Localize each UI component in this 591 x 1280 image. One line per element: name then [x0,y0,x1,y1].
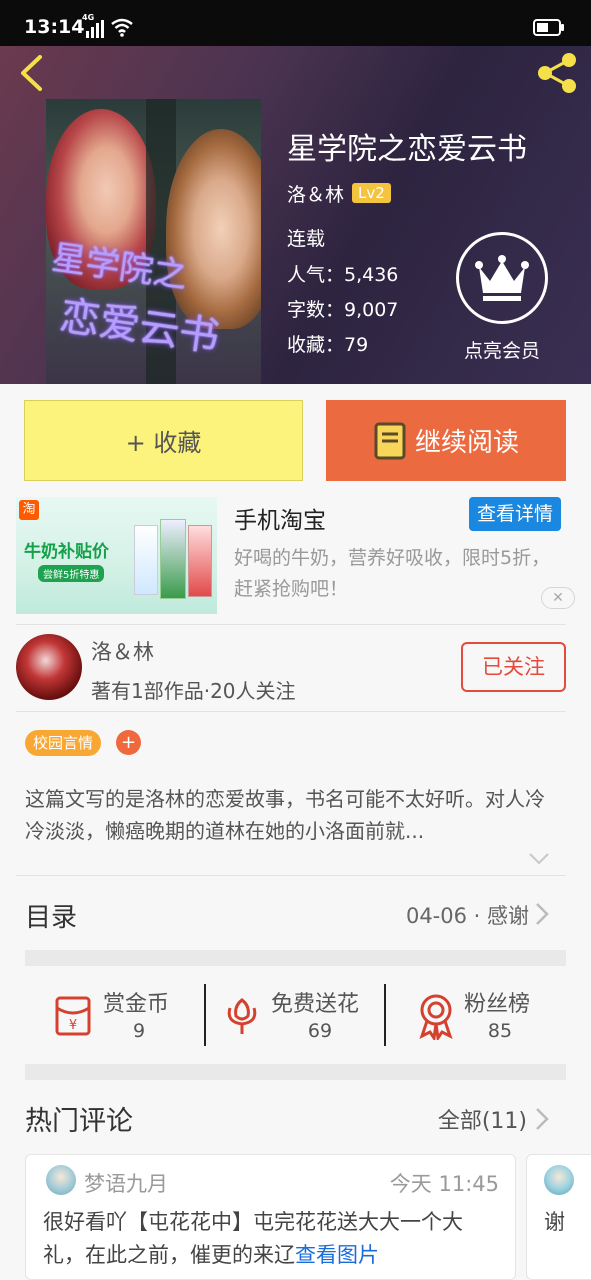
fan-ranking-value: 85 [487,1020,513,1042]
comment-body: 很好看吖【屯花花中】屯完花花送大大一个大礼，在此之前，催更的来辽 [43,1210,463,1267]
add-tag-button[interactable]: + [116,730,141,755]
flower-icon [227,998,257,1034]
divider [16,711,566,712]
divider [16,875,566,876]
follow-button[interactable]: 已关注 [461,642,566,692]
comment-card[interactable]: 梦语九月 今天 11:45 很好看吖【屯花花中】屯完花花送大大一个大礼，在此之前… [25,1154,516,1280]
status-time: 13:14 [24,16,85,38]
free-flower-label: 免费送花 [271,992,360,1017]
close-icon[interactable]: ✕ [541,587,575,609]
reward-coins-button[interactable]: ¥ 赏金币 9 [52,984,202,1046]
signal-icon [86,20,104,38]
book-cover[interactable]: 星学院之 恋爱云书 [46,99,261,384]
all-comments-link[interactable]: 全部(11) [438,1103,527,1135]
author-card-meta: 著有1部作品·20人关注 [91,679,296,703]
battery-icon [533,19,564,36]
comment-text: 谢 [544,1210,565,1234]
toc-title[interactable]: 目录 [25,897,77,934]
ad-product-carton [188,525,212,597]
ad-detail-button[interactable]: 查看详情 [469,497,561,531]
ad-image[interactable]: 淘 牛奶补贴价 尝鲜5折特惠 [16,497,217,614]
avatar[interactable] [544,1165,574,1195]
popularity-stat: 人气：5,436 [287,264,399,286]
favorites-stat: 收藏：79 [287,334,369,356]
ad-product-bottle [160,519,186,599]
toc-latest-chapter[interactable]: 04-06 · 感谢 [406,900,529,930]
ad-description[interactable]: 好喝的牛奶，营养好吸收，限时5折，赶紧抢购吧！ [234,543,554,605]
status-bar: 13:14 4G [0,0,591,46]
level-badge: Lv2 [352,183,391,203]
crown-icon [475,255,529,301]
comment-card[interactable]: 谢 [526,1154,591,1280]
view-image-link[interactable]: 查看图片 [295,1243,379,1267]
chevron-right-icon[interactable] [535,1107,549,1131]
tag-chip[interactable]: 校园言情 [25,730,102,756]
author-card-name[interactable]: 洛＆林 [91,636,154,666]
free-flower-value: 69 [307,1020,333,1042]
reward-coins-value: 9 [132,1020,146,1042]
book-icon [374,422,406,459]
continue-label: 继续阅读 [414,428,519,458]
ad-title[interactable]: 手机淘宝 [234,501,326,535]
medal-icon [419,994,453,1040]
divider [384,984,386,1046]
share-icon[interactable] [533,49,581,97]
comment-user[interactable]: 梦语九月 [84,1168,168,1198]
wifi-icon [111,18,133,37]
reward-coins-label: 赏金币 [103,992,170,1017]
avatar[interactable] [46,1165,76,1195]
book-title: 星学院之恋爱云书 [287,132,527,167]
book-header: 星学院之 恋爱云书 星学院之恋爱云书 洛＆林 Lv2 连载 人气：5,436 字… [0,46,591,384]
comment-time: 今天 11:45 [389,1172,499,1196]
divider [16,624,566,625]
free-flower-button[interactable]: 免费送花 69 [222,984,382,1046]
hot-comments-title: 热门评论 [25,1106,133,1137]
vip-label[interactable]: 点亮会员 [464,336,540,363]
favorite-label: + 收藏 [125,429,202,457]
taobao-logo: 淘 [19,500,39,520]
comment-text: 很好看吖【屯花花中】屯完花花送大大一个大礼，在此之前，催更的来辽查看图片 [43,1206,503,1272]
ad-product-milk-box [134,525,158,595]
fan-ranking-label: 粉丝榜 [464,992,531,1017]
svg-text:¥: ¥ [69,1018,77,1033]
chevron-down-icon[interactable] [528,852,550,866]
synopsis[interactable]: 这篇文写的是洛林的恋爱故事，书名可能不太好听。对人冷冷淡淡，懒癌晚期的道林在她的… [25,783,555,847]
author-name[interactable]: 洛＆林 [287,180,344,207]
red-envelope-icon: ¥ [55,996,91,1036]
ad-image-headline: 牛奶补贴价 [24,542,109,562]
word-count-stat: 字数：9,007 [287,299,399,321]
section-band [25,1064,566,1080]
vip-button[interactable] [456,232,548,324]
author-row[interactable]: 洛＆林 Lv2 [287,180,391,206]
back-icon[interactable] [18,54,44,92]
section-band [25,950,566,966]
add-to-favorites-button[interactable]: + 收藏 [24,400,303,481]
avatar[interactable] [16,634,82,700]
serial-status: 连载 [287,228,326,250]
continue-reading-button[interactable]: 继续阅读 [326,400,566,481]
divider [204,984,206,1046]
ad-image-pill: 尝鲜5折特惠 [38,565,105,582]
chevron-right-icon[interactable] [535,902,549,926]
fan-ranking-button[interactable]: 粉丝榜 85 [416,984,546,1046]
